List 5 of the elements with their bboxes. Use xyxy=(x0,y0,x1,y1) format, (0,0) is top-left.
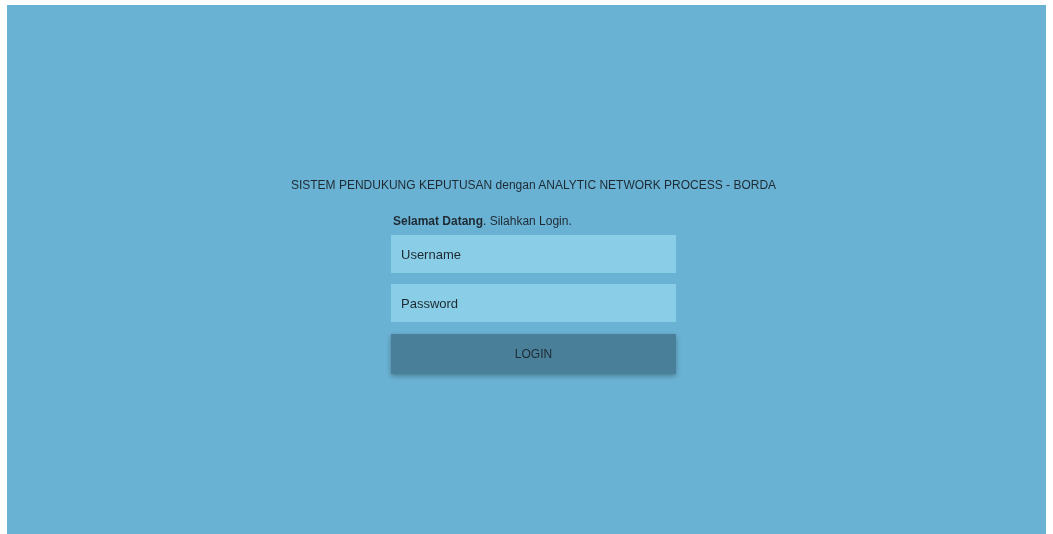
welcome-text: Selamat Datang. Silahkan Login. xyxy=(393,213,573,229)
username-field[interactable]: Username xyxy=(391,235,676,273)
app-title: SISTEM PENDUKUNG KEPUTUSAN dengan ANALYTIC NETWORK PROCESS - BORDA xyxy=(290,177,777,193)
password-field[interactable]: Password xyxy=(391,284,676,322)
login-button[interactable]: LOGIN xyxy=(391,334,676,374)
